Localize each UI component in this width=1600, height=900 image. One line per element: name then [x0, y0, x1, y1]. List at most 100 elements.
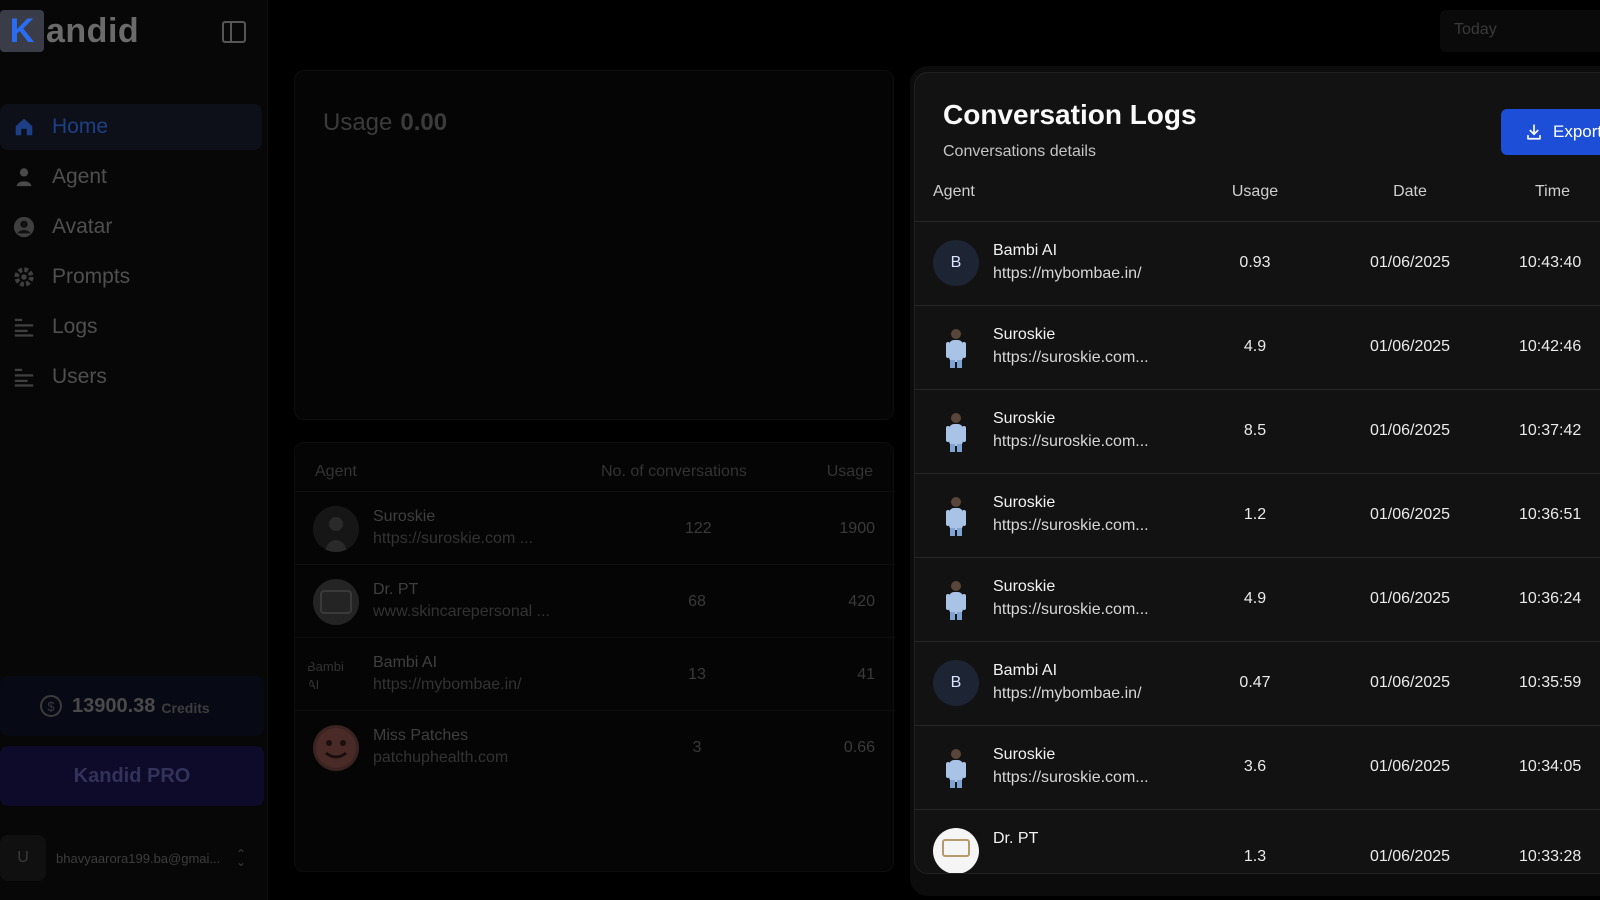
avatar: [313, 579, 359, 625]
agent-name: Suroskie: [993, 326, 1056, 343]
agent-url: www.skincarepersonal ...: [373, 603, 550, 620]
avatar: [933, 324, 979, 370]
usage-cell: 4.9: [1243, 338, 1267, 355]
column-header-date: Date: [1393, 183, 1427, 200]
avatar: Bambi AI: [307, 659, 344, 692]
time-cell: 10:34:05: [1519, 758, 1582, 775]
dollar-icon: $: [40, 695, 62, 717]
sidebar-toggle-icon[interactable]: [222, 21, 246, 43]
export-label: Export: [1553, 122, 1600, 141]
user-icon: [12, 165, 36, 189]
usage-cell: 8.5: [1243, 422, 1267, 439]
avatar: [933, 492, 979, 538]
conversation-count: 122: [685, 520, 712, 537]
column-header-usage: Usage: [826, 463, 873, 480]
usage-label: Usage: [323, 109, 393, 136]
agent-url: https://suroskie.com...: [993, 517, 1149, 534]
time-cell: 10:33:28: [1519, 848, 1582, 865]
usage-cell: 1.3: [1243, 848, 1267, 865]
date-cell: 01/06/2025: [1369, 848, 1451, 865]
logo-mark: K: [0, 10, 44, 52]
table-row[interactable]: Suroskie https://suroskie.com... 3.6 01/…: [915, 726, 1600, 810]
date-cell: 01/06/2025: [1369, 758, 1451, 775]
date-cell: 01/06/2025: [1369, 506, 1451, 523]
chevron-updown-icon: ⌃ ⌄: [235, 847, 246, 869]
list-icon: [12, 365, 36, 389]
column-header-usage: Usage: [1231, 183, 1279, 200]
avatar: [933, 744, 979, 790]
settings-icon: [12, 265, 36, 289]
sidebar-item-label: Home: [52, 115, 109, 138]
avatar: [933, 576, 979, 622]
agent-name: Suroskie: [993, 746, 1056, 763]
sidebar-item-home[interactable]: Home: [0, 104, 262, 150]
table-row[interactable]: Bambi AI Bambi AI https://mybombae.in/ 1…: [295, 637, 895, 711]
usage-summary: Usage 0.00: [323, 109, 447, 137]
column-header-agent: Agent: [315, 463, 357, 480]
time-cell: 10:42:46: [1519, 338, 1582, 355]
avatar: B: [933, 240, 979, 286]
agent-name: Suroskie: [993, 410, 1056, 427]
time-cell: 10:36:51: [1519, 506, 1582, 523]
usage-cell: 0.47: [1239, 674, 1271, 691]
download-icon: [1527, 124, 1541, 140]
agent-url: https://mybombae.in/: [373, 676, 522, 693]
date-cell: 01/06/2025: [1369, 590, 1451, 607]
table-row[interactable]: Suroskie https://suroskie.com... 4.9 01/…: [915, 306, 1600, 390]
sidebar-item-label: Users: [52, 365, 107, 388]
agent-url: https://suroskie.com...: [993, 601, 1149, 618]
sidebar-item-logs[interactable]: Logs: [0, 304, 262, 350]
agent-name: Dr. PT: [373, 581, 419, 598]
agent-name: Bambi AI: [993, 662, 1058, 679]
agent-url: https://mybombae.in/: [993, 265, 1142, 282]
sidebar-item-prompts[interactable]: Prompts: [0, 254, 262, 300]
home-icon: [12, 115, 36, 139]
user-menu[interactable]: U bhavyaarora199.ba@gmai... ⌃ ⌄: [0, 834, 264, 882]
table-row[interactable]: Suroskie https://suroskie.com... 1.2 01/…: [915, 474, 1600, 558]
export-button[interactable]: Export: [1501, 109, 1600, 155]
conversation-logs-modal: Conversation Logs Conversations details …: [910, 66, 1600, 896]
sidebar-item-agent[interactable]: Agent: [0, 154, 262, 200]
date-filter-select[interactable]: Today: [1440, 10, 1600, 52]
date-cell: 01/06/2025: [1369, 338, 1451, 355]
logo[interactable]: K andid: [0, 10, 139, 52]
avatar: U: [0, 835, 46, 881]
avatar: [313, 506, 359, 552]
credits-card: $ 13900.38 Credits: [0, 676, 264, 736]
usage-cell: 1.2: [1243, 506, 1267, 523]
usage-value: 1900: [839, 520, 875, 537]
agent-url: https://suroskie.com...: [993, 769, 1149, 786]
usage-card: Usage 0.00: [294, 70, 894, 420]
agent-url: https://suroskie.com...: [993, 349, 1149, 366]
usage-cell: 3.6: [1243, 758, 1267, 775]
agent-url: https://mybombae.in/: [993, 685, 1142, 702]
conversation-count: 13: [688, 666, 706, 683]
conversation-count: 68: [688, 593, 706, 610]
avatar: [933, 408, 979, 454]
table-row[interactable]: Miss Patches patchuphealth.com 3 0.66: [295, 710, 895, 784]
app-root: K andid Home Agent Avatar Prompts Logs U…: [0, 0, 1600, 900]
table-row[interactable]: Suroskie https://suroskie.com... 4.9 01/…: [915, 558, 1600, 642]
avatar-icon: [12, 215, 36, 239]
conversation-logs-panel: Conversation Logs Conversations details …: [914, 72, 1600, 874]
table-row[interactable]: Dr. PT www.skincarepersonal ... 68 420: [295, 564, 895, 638]
usage-cell: 0.93: [1239, 254, 1271, 271]
sidebar: K andid Home Agent Avatar Prompts Logs U…: [0, 0, 268, 900]
table-row[interactable]: B Bambi AI https://mybombae.in/ 0.93 01/…: [915, 222, 1600, 306]
sidebar-item-users[interactable]: Users: [0, 354, 262, 400]
conversation-count: 3: [692, 739, 702, 756]
agent-name: Bambi AI: [373, 654, 438, 671]
kandid-pro-button[interactable]: Kandid PRO: [0, 746, 264, 806]
usage-value: 0.66: [843, 739, 875, 756]
table-row[interactable]: B Bambi AI https://mybombae.in/ 0.47 01/…: [915, 642, 1600, 726]
table-row[interactable]: Suroskie https://suroskie.com... 8.5 01/…: [915, 390, 1600, 474]
table-row[interactable]: Suroskie https://suroskie.com ... 122 19…: [295, 491, 895, 565]
sidebar-item-avatar[interactable]: Avatar: [0, 204, 262, 250]
agent-url: https://suroskie.com...: [993, 433, 1149, 450]
usage-value: 0.00: [400, 109, 448, 136]
sidebar-item-label: Agent: [52, 165, 107, 188]
table-row[interactable]: Dr. PT 1.3 01/06/2025 10:33:28: [915, 810, 1600, 873]
time-cell: 10:36:24: [1519, 590, 1582, 607]
sidebar-item-label: Logs: [52, 315, 98, 338]
agent-url: https://suroskie.com ...: [373, 530, 534, 547]
